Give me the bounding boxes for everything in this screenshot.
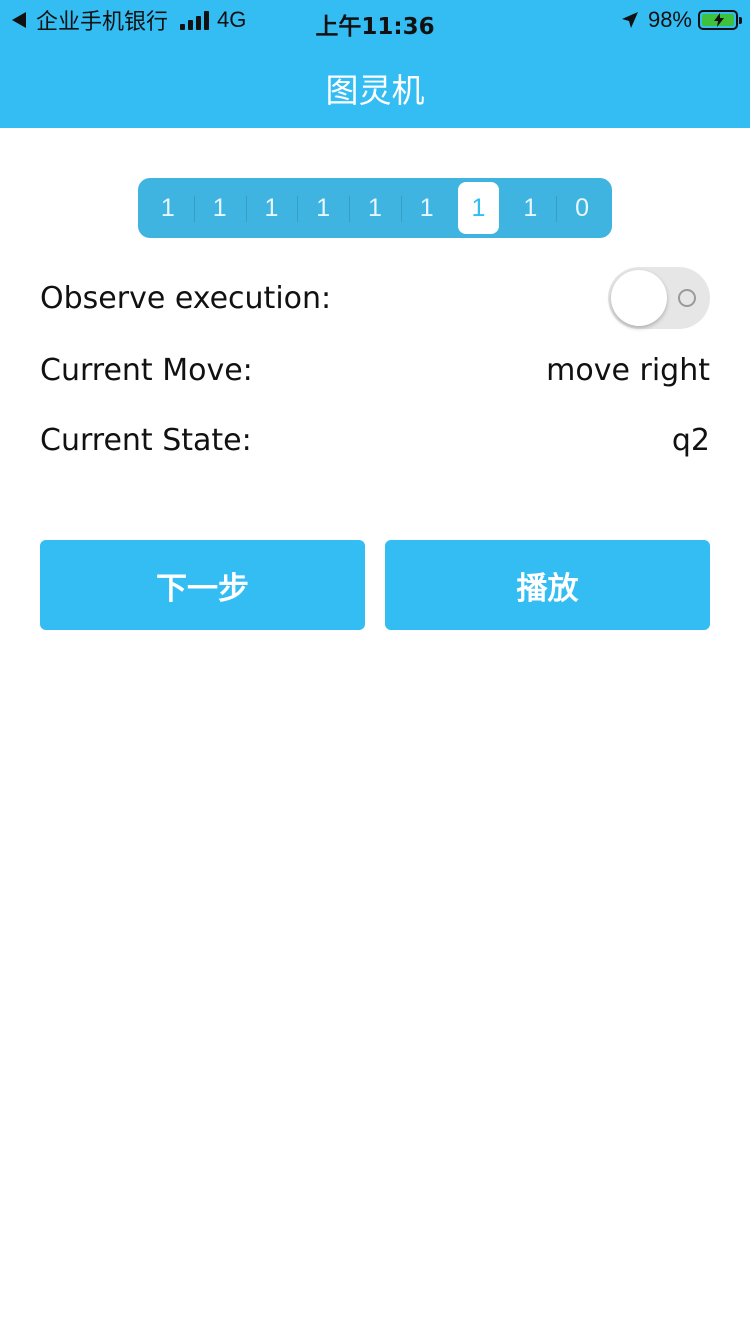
tape-cell: 1	[523, 193, 538, 222]
current-state-row: Current State: q2	[40, 410, 710, 470]
location-icon	[621, 12, 638, 28]
battery-percent: 98%	[647, 7, 692, 32]
observe-execution-label: Observe execution:	[40, 280, 332, 316]
tape-cell: 1	[193, 182, 246, 234]
tape-cell: 1	[160, 193, 175, 222]
observe-execution-toggle[interactable]	[608, 267, 710, 329]
current-move-label: Current Move:	[40, 352, 253, 388]
tape-cell: 1	[349, 182, 401, 234]
current-state-value: q2	[671, 422, 710, 458]
current-state-label: Current State:	[40, 422, 252, 458]
toggle-knob	[611, 270, 667, 326]
tape-cell: 0	[556, 182, 608, 234]
tape-cell: 1	[245, 182, 298, 234]
tape-cell: 1	[297, 182, 349, 234]
tape-cell-head: 1	[457, 182, 500, 234]
tape-cell: 1	[400, 182, 453, 234]
toggle-off-icon	[678, 289, 696, 307]
nav-bar: 图灵机	[0, 40, 750, 128]
current-move-row: Current Move: move right	[40, 340, 710, 400]
page-title: 图灵机	[325, 71, 425, 110]
status-right: 98%	[620, 6, 742, 34]
current-move-value: move right	[546, 352, 710, 388]
battery-charging-icon	[698, 10, 742, 30]
turing-tape: 111111110	[138, 178, 612, 238]
play-button[interactable]: 播放	[385, 540, 710, 630]
observe-execution-row: Observe execution:	[40, 267, 710, 329]
status-bar: 企业手机银行 4G 上午11:36 98%	[0, 0, 750, 40]
next-step-button[interactable]: 下一步	[40, 540, 365, 630]
